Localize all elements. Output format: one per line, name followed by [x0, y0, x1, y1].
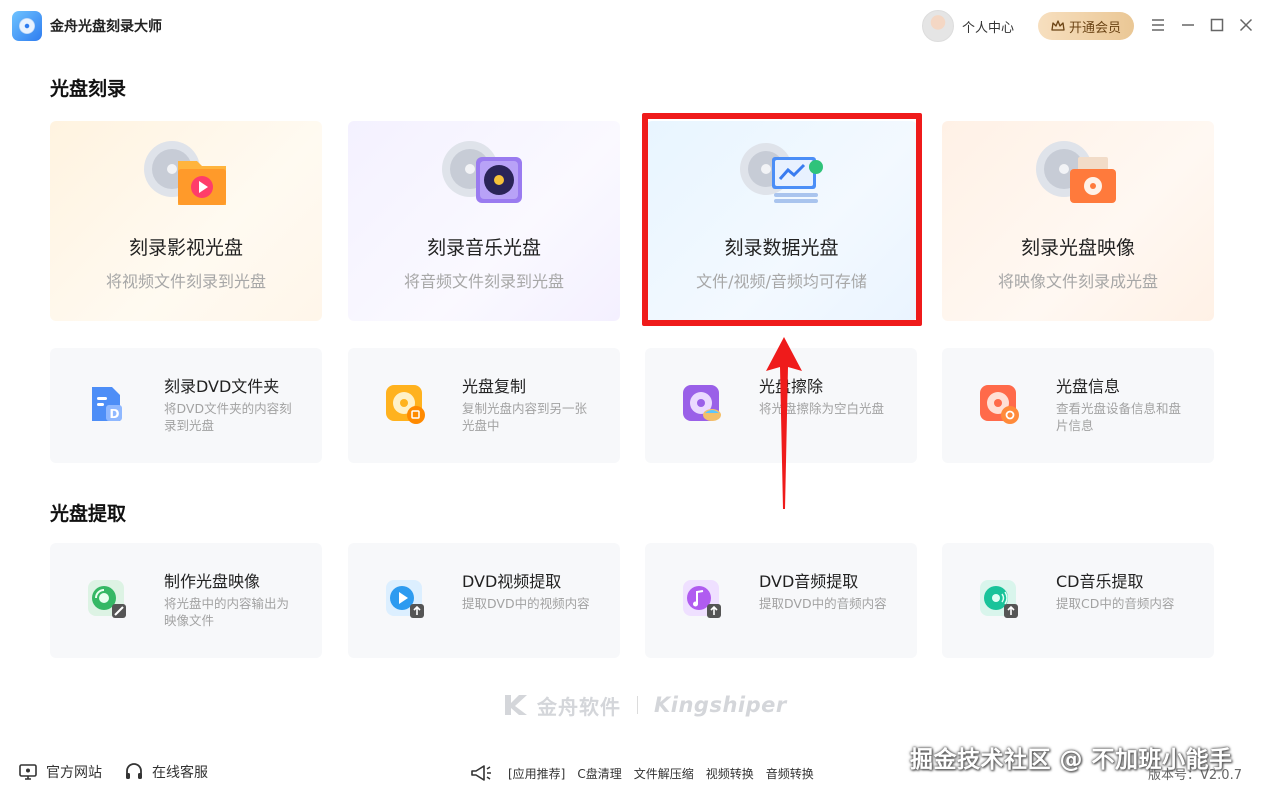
- title-bar: 金舟光盘刻录大师 个人中心 开通会员: [0, 0, 1267, 50]
- hamburger-menu-icon: [1152, 19, 1164, 31]
- data-disc-monitor-icon: [740, 143, 823, 203]
- card-title: 刻录DVD文件夹: [164, 377, 280, 396]
- disc-info-icon: [980, 385, 1019, 424]
- make-disc-image-card[interactable]: 制作光盘映像 将光盘中的内容输出为映像文件: [50, 543, 322, 658]
- section-title-burn: 光盘刻录: [50, 78, 127, 100]
- headset-icon: [126, 763, 142, 779]
- card-desc: 文件/视频/音频均可存储: [696, 272, 867, 291]
- app-title: 金舟光盘刻录大师: [50, 19, 162, 35]
- disc-image-box-icon: [1036, 141, 1116, 203]
- recommend-c-drive-clean[interactable]: C盘清理: [577, 765, 621, 782]
- card-desc: 将光盘中的内容输出为映像文件: [164, 596, 290, 628]
- card-desc: 复制光盘内容到另一张光盘中: [462, 401, 588, 433]
- maximize-icon: [1210, 18, 1224, 32]
- make-disc-image-icon: [88, 580, 126, 618]
- source-watermark: 掘金技术社区 @ 不加班小能手: [910, 747, 1233, 773]
- official-website-link[interactable]: 官方网站: [18, 762, 102, 782]
- dvd-folder-icon: D: [92, 387, 122, 421]
- cd-music-extract-icon: [980, 580, 1018, 618]
- card-title: 光盘信息: [1056, 377, 1121, 396]
- video-folder-disc-icon: [144, 141, 226, 205]
- disc-info-card[interactable]: 光盘信息 查看光盘设备信息和盘片信息: [942, 348, 1214, 463]
- card-title: CD音乐提取: [1056, 572, 1144, 591]
- brand-name-en: Kingshiper: [654, 693, 787, 717]
- close-icon: [1239, 18, 1253, 32]
- avatar[interactable]: [922, 10, 954, 42]
- maximize-button[interactable]: [1208, 16, 1226, 34]
- kingshiper-logo-icon: [505, 695, 527, 715]
- minimize-icon: [1182, 24, 1194, 26]
- burn-video-disc-card[interactable]: 刻录影视光盘 将视频文件刻录到光盘: [50, 121, 322, 321]
- recommend-audio-convert[interactable]: 音频转换: [766, 765, 814, 782]
- brand-divider: [637, 696, 638, 714]
- official-website-label: 官方网站: [46, 765, 102, 781]
- dvd-audio-extract-icon: [683, 580, 721, 618]
- music-disc-icon: [442, 141, 522, 203]
- recommend-video-convert[interactable]: 视频转换: [706, 765, 754, 782]
- card-desc: 将音频文件刻录到光盘: [403, 272, 564, 291]
- burn-dvd-folder-card[interactable]: D 刻录DVD文件夹 将DVD文件夹的内容刻录到光盘: [50, 348, 322, 463]
- vip-button[interactable]: 开通会员: [1038, 12, 1134, 40]
- menu-button[interactable]: [1149, 16, 1167, 34]
- card-title: DVD视频提取: [462, 572, 562, 591]
- app-recommend-bar: [应用推荐] C盘清理 文件解压缩 视频转换 音频转换: [470, 763, 826, 783]
- card-title: 刻录音乐光盘: [426, 237, 541, 259]
- recommend-label: [应用推荐]: [508, 766, 566, 781]
- card-title: 刻录影视光盘: [128, 237, 243, 259]
- card-title: 光盘复制: [462, 377, 527, 396]
- close-button[interactable]: [1237, 16, 1255, 34]
- burn-data-disc-card[interactable]: 刻录数据光盘 文件/视频/音频均可存储: [646, 121, 917, 321]
- app-logo-icon: [12, 11, 42, 41]
- vip-button-label: 开通会员: [1068, 20, 1121, 36]
- card-desc: 将映像文件刻录成光盘: [997, 272, 1158, 291]
- burn-music-disc-card[interactable]: 刻录音乐光盘 将音频文件刻录到光盘: [348, 121, 620, 321]
- crown-icon: [1051, 20, 1065, 31]
- user-center-link[interactable]: 个人中心: [962, 17, 1014, 36]
- megaphone-icon: [471, 765, 491, 781]
- card-title: DVD音频提取: [759, 572, 859, 591]
- burn-disc-image-card[interactable]: 刻录光盘映像 将映像文件刻录成光盘: [942, 121, 1214, 321]
- online-service-link[interactable]: 在线客服: [124, 762, 208, 782]
- card-desc: 提取DVD中的音频内容: [759, 596, 887, 611]
- red-arrow-annotation: [766, 337, 802, 509]
- card-title: 刻录光盘映像: [1020, 237, 1135, 259]
- card-title: 制作光盘映像: [164, 572, 261, 591]
- card-title: 刻录数据光盘: [724, 237, 839, 259]
- card-desc: 将视频文件刻录到光盘: [105, 272, 266, 291]
- minimize-button[interactable]: [1179, 16, 1197, 34]
- cd-music-extract-card[interactable]: CD音乐提取 提取CD中的音频内容: [942, 543, 1214, 658]
- dvd-video-extract-card[interactable]: DVD视频提取 提取DVD中的视频内容: [348, 543, 620, 658]
- brand-watermark: 金舟软件 Kingshiper: [503, 690, 787, 720]
- card-desc: 查看光盘设备信息和盘片信息: [1056, 401, 1182, 433]
- dvd-audio-extract-card[interactable]: DVD音频提取 提取DVD中的音频内容: [645, 543, 917, 658]
- section-title-extract: 光盘提取: [50, 503, 127, 525]
- disc-copy-icon: [386, 385, 425, 424]
- card-desc: 提取DVD中的视频内容: [462, 596, 590, 611]
- disc-copy-card[interactable]: 光盘复制 复制光盘内容到另一张光盘中: [348, 348, 620, 463]
- online-service-label: 在线客服: [152, 765, 208, 781]
- monitor-icon: [19, 764, 37, 780]
- dvd-video-extract-icon: [386, 580, 424, 618]
- svg-text:D: D: [110, 407, 120, 421]
- card-desc: 将DVD文件夹的内容刻录到光盘: [164, 401, 292, 433]
- disc-erase-icon: [683, 385, 721, 421]
- recommend-unzip[interactable]: 文件解压缩: [634, 765, 694, 782]
- card-desc: 提取CD中的音频内容: [1056, 596, 1175, 611]
- brand-name-cn: 金舟软件: [537, 694, 621, 719]
